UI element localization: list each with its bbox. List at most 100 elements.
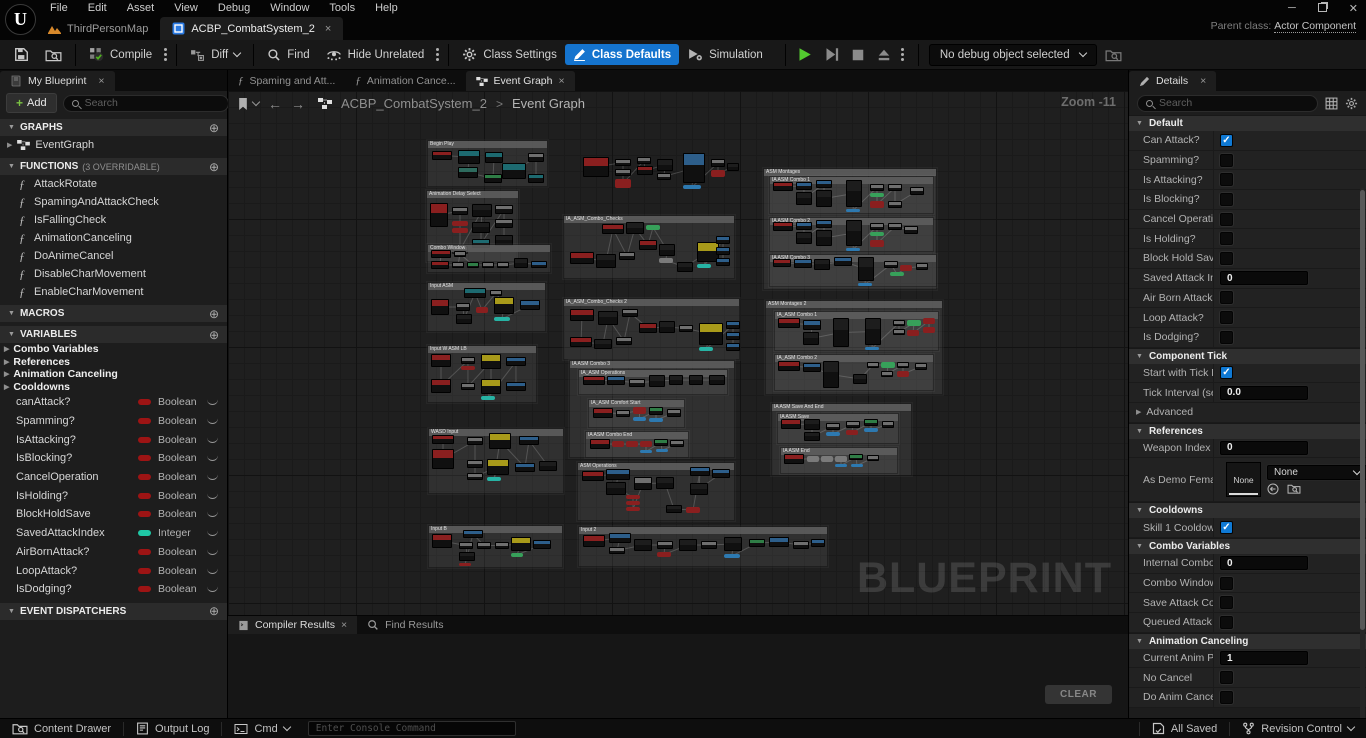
diff-button[interactable]: Diff — [182, 44, 248, 66]
graph-node[interactable] — [683, 185, 701, 189]
checkbox[interactable] — [1220, 577, 1233, 590]
visibility-eye-icon[interactable] — [207, 549, 218, 555]
value-input[interactable]: 0 — [1220, 271, 1308, 285]
graph-node[interactable] — [461, 366, 475, 370]
variable-row[interactable]: LoopAttack?Boolean — [0, 561, 227, 580]
close-icon[interactable]: × — [558, 75, 564, 87]
graph-node[interactable] — [432, 449, 454, 469]
graph-node[interactable] — [897, 371, 909, 377]
hide-unrelated-button[interactable]: Hide Unrelated — [318, 45, 433, 65]
comment-box[interactable]: IA ASM Combo 2 — [769, 217, 934, 252]
graph-node[interactable] — [657, 159, 673, 171]
graph-node[interactable] — [515, 463, 535, 472]
graph-node[interactable] — [598, 311, 618, 325]
graph-node[interactable] — [846, 421, 860, 428]
graph-node[interactable] — [615, 179, 631, 188]
tab-my-blueprint[interactable]: My Blueprint × — [0, 71, 115, 91]
comment-box[interactable]: ASM Operations — [577, 462, 735, 521]
graph-node[interactable] — [649, 407, 663, 415]
close-icon[interactable]: × — [325, 23, 331, 35]
graph-node[interactable] — [583, 157, 609, 177]
variable-row[interactable]: AirBornAttack?Boolean — [0, 543, 227, 562]
function-item[interactable]: ƒAnimationCanceling — [0, 229, 227, 247]
graph-node[interactable] — [915, 363, 927, 370]
add-button[interactable]: +Add — [6, 93, 57, 113]
settings-gear-icon[interactable] — [1345, 97, 1358, 110]
graph-node[interactable] — [890, 272, 904, 276]
graph-node[interactable] — [910, 187, 924, 195]
hide-unrelated-options-icon[interactable] — [436, 53, 439, 56]
graph-node[interactable] — [846, 248, 860, 251]
comment-box[interactable]: Input B — [428, 525, 563, 568]
graph-node[interactable] — [716, 236, 730, 244]
comment-box[interactable]: IA_ASM Operations — [578, 369, 728, 395]
graph-node[interactable] — [528, 174, 544, 183]
graph-node[interactable] — [803, 332, 819, 345]
asset-tab-acbp_combatsystem_2[interactable]: ACBP_CombatSystem_2× — [160, 17, 343, 40]
visibility-eye-icon[interactable] — [207, 399, 218, 405]
checkbox[interactable] — [1220, 154, 1233, 167]
variable-row[interactable]: IsBlocking?Boolean — [0, 449, 227, 468]
graph-node[interactable] — [793, 541, 809, 549]
comment-box[interactable]: IA ASM Combo End — [585, 431, 689, 458]
graph-node[interactable] — [858, 283, 872, 286]
graph-node[interactable] — [606, 469, 630, 480]
graph-node[interactable] — [432, 151, 452, 160]
graph-node[interactable] — [583, 535, 605, 547]
checkbox[interactable]: ✓ — [1220, 134, 1233, 147]
all-saved-button[interactable]: All Saved — [1140, 719, 1229, 738]
close-icon[interactable]: ✕ — [1349, 2, 1358, 15]
graph-item-eventgraph[interactable]: ▶EventGraph — [0, 136, 227, 154]
graph-node[interactable] — [666, 505, 682, 513]
event-graph-canvas[interactable]: ← → ACBP_CombatSystem_2 > Event Graph Zo… — [228, 91, 1128, 615]
visibility-eye-icon[interactable] — [207, 455, 218, 461]
graph-node[interactable] — [432, 534, 452, 548]
comment-box[interactable]: Input 2 — [578, 526, 828, 567]
graph-node[interactable] — [582, 471, 604, 481]
variable-row[interactable]: BlockHoldSaveBoolean — [0, 505, 227, 524]
graph-node[interactable] — [570, 309, 594, 321]
section-graphs[interactable]: ▼GRAPHS⊕ — [0, 119, 227, 136]
graph-node[interactable] — [900, 265, 912, 271]
graph-node[interactable] — [452, 262, 464, 268]
content-drawer-button[interactable]: Content Drawer — [0, 719, 123, 738]
graph-node[interactable] — [464, 288, 486, 298]
graph-node[interactable] — [615, 159, 631, 166]
graph-node[interactable] — [697, 264, 711, 268]
graph-node[interactable] — [807, 456, 819, 462]
graph-node[interactable] — [893, 329, 905, 335]
graph-node[interactable] — [463, 530, 483, 538]
graph-node[interactable] — [602, 224, 624, 234]
comment-box[interactable]: Combo Window — [427, 244, 551, 273]
variable-category-combo-variables[interactable]: ▶Combo Variables — [0, 343, 227, 356]
graph-node[interactable] — [514, 258, 528, 268]
variable-row[interactable]: CancelOperationBoolean — [0, 468, 227, 487]
graph-node[interactable] — [796, 192, 812, 205]
graph-node[interactable] — [502, 163, 526, 179]
graph-node[interactable] — [657, 541, 673, 549]
graph-node[interactable] — [615, 169, 631, 176]
add-item-icon[interactable]: ⊕ — [209, 309, 219, 319]
graph-node[interactable] — [495, 542, 509, 549]
graph-node[interactable] — [467, 262, 479, 268]
comment-box[interactable]: WASD Input — [428, 428, 564, 494]
graph-node[interactable] — [477, 542, 491, 549]
graph-node[interactable] — [649, 375, 665, 387]
checkbox[interactable]: ✓ — [1220, 366, 1233, 379]
graph-node[interactable] — [865, 347, 879, 350]
add-item-icon[interactable]: ⊕ — [209, 123, 219, 133]
graph-node[interactable] — [888, 184, 902, 191]
graph-node[interactable] — [814, 259, 830, 270]
graph-node[interactable] — [485, 152, 503, 163]
graph-node[interactable] — [749, 539, 765, 547]
graph-node[interactable] — [724, 554, 740, 558]
details-row-label[interactable]: Advanced — [1146, 406, 1193, 418]
graph-node[interactable] — [804, 432, 820, 441]
graph-node[interactable] — [531, 261, 547, 268]
graph-node[interactable] — [490, 290, 502, 296]
comment-box[interactable]: IA ASM End — [780, 447, 898, 474]
graph-node[interactable] — [481, 379, 501, 394]
graph-node[interactable] — [716, 247, 730, 255]
section-functions[interactable]: ▼FUNCTIONS(3 OVERRIDABLE)⊕ — [0, 158, 227, 175]
value-input[interactable]: 1 — [1220, 651, 1308, 665]
